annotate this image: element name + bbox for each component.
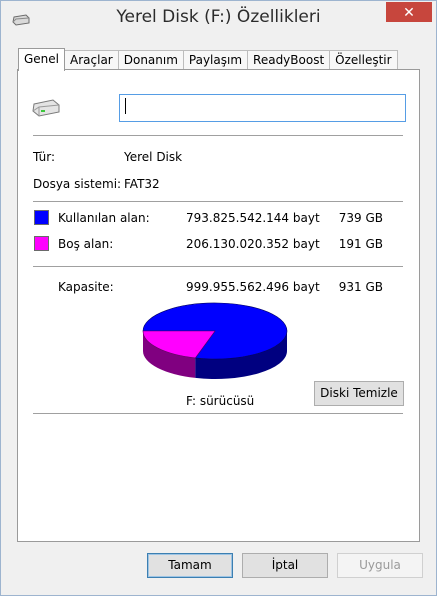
tab-araclar[interactable]: Araçlar [64, 50, 119, 70]
capacity-size: 931 GB [338, 280, 383, 294]
type-value: Yerel Disk [124, 150, 183, 164]
text-caret [125, 98, 126, 114]
tab-genel[interactable]: Genel [18, 48, 66, 71]
tab-paylasim[interactable]: Paylaşım [182, 50, 249, 70]
free-space-size: 191 GB [338, 237, 383, 251]
separator [33, 266, 403, 267]
tab-readyboost[interactable]: ReadyBoost [247, 50, 331, 70]
disk-usage-pie-chart [142, 302, 288, 379]
properties-window: Yerel Disk (F:) Özellikleri ✕ Genel Araç… [0, 0, 437, 596]
tab-donanim[interactable]: Donanım [117, 50, 184, 70]
drive-label: F: sürücüsü [186, 394, 255, 408]
used-space-swatch [34, 210, 49, 225]
volume-name-input[interactable] [119, 94, 406, 122]
separator [33, 413, 403, 414]
apply-button[interactable]: Uygula [337, 553, 423, 578]
filesystem-value: FAT32 [124, 177, 160, 191]
type-label: Tür: [33, 150, 56, 164]
title-bar[interactable]: Yerel Disk (F:) Özellikleri ✕ [1, 1, 436, 39]
ok-button[interactable]: Tamam [147, 553, 233, 578]
filesystem-label: Dosya sistemi: [33, 177, 122, 191]
free-space-swatch [34, 236, 49, 251]
capacity-label: Kapasite: [58, 280, 114, 294]
cancel-button[interactable]: İptal [242, 553, 328, 578]
disk-cleanup-button[interactable]: Diski Temizle [314, 381, 404, 406]
window-title: Yerel Disk (F:) Özellikleri [116, 7, 321, 27]
capacity-bytes: 999.955.562.496 bayt [186, 280, 320, 294]
free-space-bytes: 206.130.020.352 bayt [186, 237, 320, 251]
used-space-size: 739 GB [338, 211, 383, 225]
separator [33, 201, 403, 202]
close-button[interactable]: ✕ [386, 2, 432, 22]
tab-ozellestir[interactable]: Özelleştir [329, 50, 398, 70]
free-space-label: Boş alan: [58, 237, 114, 251]
hard-drive-icon [32, 99, 60, 117]
used-space-label: Kullanılan alan: [58, 211, 150, 225]
tab-strip: Genel Araçlar Donanım Paylaşım ReadyBoos… [18, 48, 398, 71]
used-space-bytes: 793.825.542.144 bayt [186, 211, 320, 225]
separator [33, 135, 403, 136]
